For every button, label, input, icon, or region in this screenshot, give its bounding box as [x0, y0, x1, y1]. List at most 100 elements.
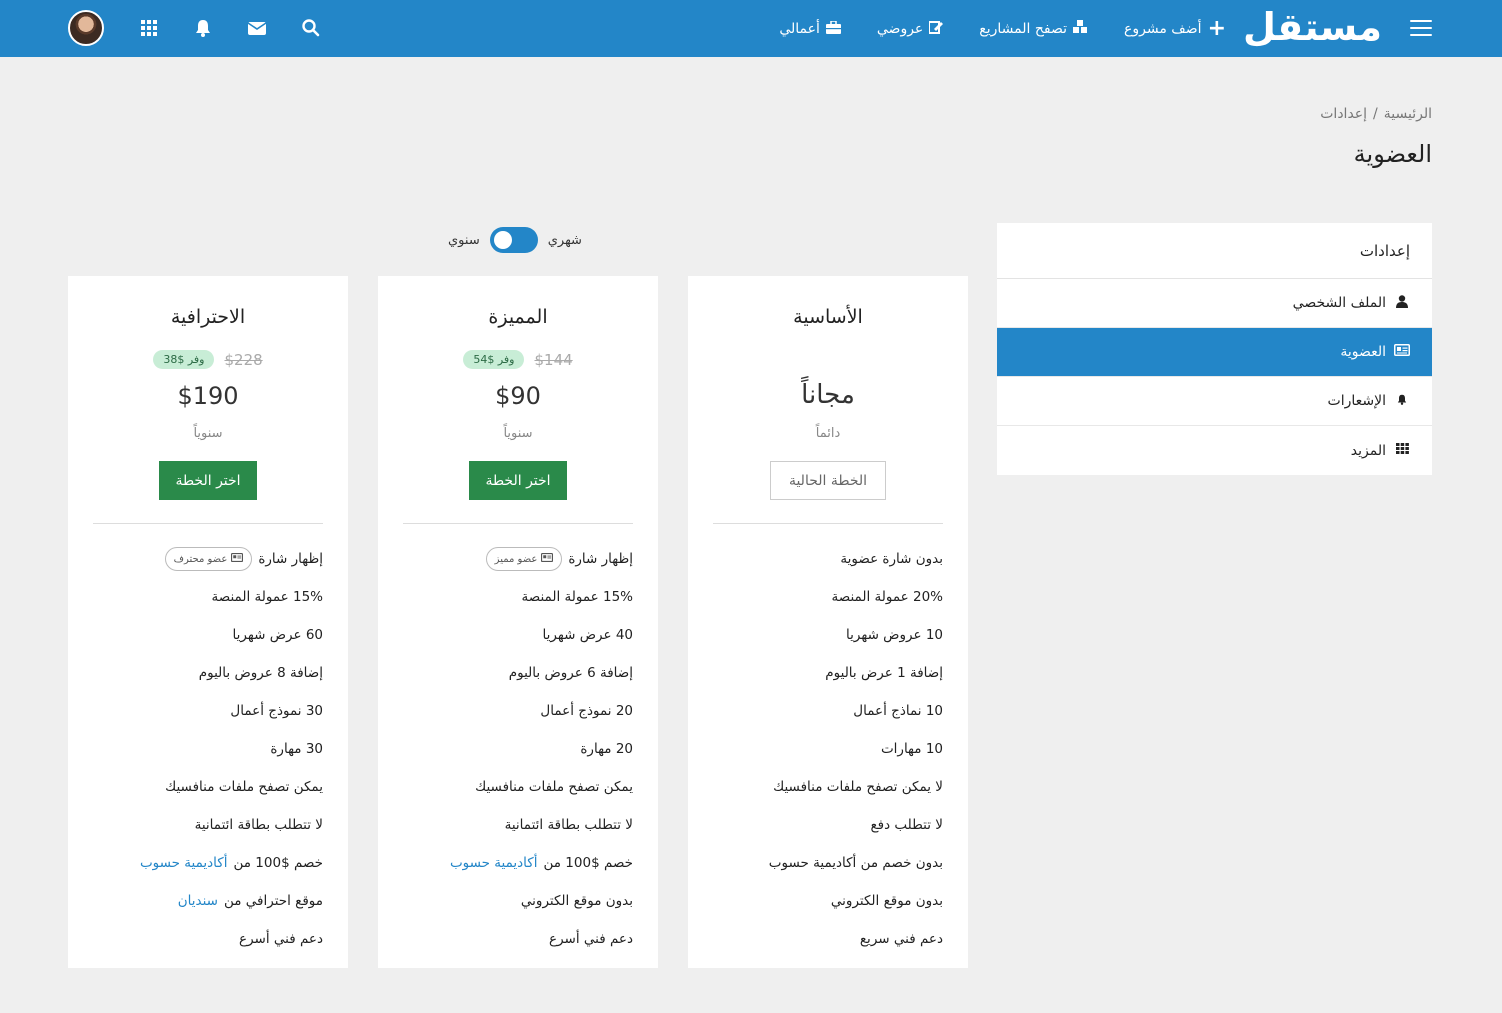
badge-feature-label: إظهار شارة: [258, 551, 323, 567]
top-navbar: مستقل + أضف مشروع تصفح المشاريع عروضي أع…: [0, 0, 1502, 57]
user-icon: [1394, 294, 1410, 312]
bell-icon[interactable]: [193, 18, 213, 38]
divider: [93, 523, 323, 524]
divider: [403, 523, 633, 524]
plan-card-professional: الاحترافية $228 وفر $38 $190 سنوياً اختر…: [68, 276, 348, 968]
plan-price: مجاناً: [801, 380, 855, 410]
feature-item: 20 مهارة: [580, 741, 633, 757]
nav-browse-projects[interactable]: تصفح المشاريع: [979, 20, 1088, 37]
breadcrumb-separator: /: [1373, 106, 1378, 122]
save-badge: وفر $54: [463, 350, 525, 369]
plan-card-premium: المميزة $144 وفر $54 $90 سنوياً اختر الخ…: [378, 276, 658, 968]
divider: [713, 523, 943, 524]
member-badge-label: عضو مميز: [494, 553, 538, 565]
sidebar-item-label: الملف الشخصي: [1292, 295, 1386, 311]
yearly-label[interactable]: سنوي: [448, 233, 480, 248]
sidebar-item-notifications[interactable]: الإشعارات: [997, 377, 1432, 426]
member-badge: عضو محترف: [164, 547, 253, 571]
old-price: $144: [534, 350, 573, 369]
cubes-icon: [1073, 20, 1088, 37]
plan-name: الاحترافية: [170, 306, 246, 328]
feature-item: دعم فني سريع: [859, 931, 943, 947]
price-old-row: $228 وفر $38: [68, 350, 348, 369]
save-badge: وفر $38: [153, 350, 215, 369]
feature-item: بدون موقع الكتروني: [830, 893, 943, 909]
sidebar-item-label: المزيد: [1350, 442, 1386, 459]
briefcase-icon: [825, 19, 841, 37]
settings-sidebar: إعدادات الملف الشخصي العضوية الإشعارات ا…: [997, 223, 1432, 475]
switch-knob: [493, 231, 512, 249]
plus-icon: +: [1207, 15, 1226, 41]
feature-item: إظهار شارة عضو محترف: [86, 540, 323, 578]
sidebar-item-membership[interactable]: العضوية: [997, 328, 1432, 377]
feature-item: يمكن تصفح ملفات منافسيك: [165, 779, 323, 795]
feature-item: إضافة 1 عرض باليوم: [825, 665, 943, 681]
bell-icon: [1394, 393, 1410, 410]
sidebar-item-more[interactable]: المزيد: [997, 426, 1432, 475]
price-old-row: $144 وفر $54: [378, 350, 658, 369]
member-badge: عضو مميز: [485, 547, 563, 571]
feature-item: 20% عمولة المنصة: [831, 589, 943, 605]
plan-period: سنوياً: [193, 426, 223, 441]
feature-item: 60 عرض شهريا: [232, 627, 323, 643]
choose-plan-button[interactable]: اختر الخطة: [469, 461, 567, 500]
academy-link[interactable]: أكاديمية حسوب: [140, 855, 228, 871]
search-icon[interactable]: [301, 18, 321, 38]
feature-item: 30 مهارة: [270, 741, 323, 757]
feature-item: 30 نموذج أعمال: [230, 703, 323, 719]
sidebar-item-profile[interactable]: الملف الشخصي: [997, 279, 1432, 328]
feature-item: خصم $100 من أكاديمية حسوب: [86, 844, 323, 882]
plan-period: سنوياً: [503, 426, 533, 441]
feature-item: 15% عمولة المنصة: [211, 589, 323, 605]
nav-add-project-label: أضف مشروع: [1124, 20, 1202, 37]
main-nav: + أضف مشروع تصفح المشاريع عروضي أعمالي: [779, 0, 1226, 57]
plan-card-basic: الأساسية مجاناً دائماً الخطة الحالية بدو…: [688, 276, 968, 968]
feature-item: لا يمكن تصفح ملفات منافسيك: [773, 779, 943, 795]
member-badge-label: عضو محترف: [173, 553, 228, 565]
current-plan-button[interactable]: الخطة الحالية: [770, 461, 886, 500]
logo[interactable]: مستقل: [1243, 4, 1383, 50]
feature-item: 20 نموذج أعمال: [540, 703, 633, 719]
feature-item: إضافة 6 عروض باليوم: [508, 665, 633, 681]
plan-period: دائماً: [815, 426, 841, 441]
feature-item: 10 عروض شهريا: [846, 627, 943, 643]
feature-item: بدون شارة عضوية: [840, 551, 943, 567]
billing-switch[interactable]: [489, 227, 538, 253]
feature-item: بدون موقع الكتروني: [520, 893, 633, 909]
feature-item: بدون خصم من أكاديمية حسوب: [768, 855, 943, 871]
breadcrumb-home[interactable]: الرئيسية: [1384, 106, 1432, 122]
billing-toggle: سنوي شهري: [448, 226, 582, 254]
monthly-label[interactable]: شهري: [548, 233, 582, 248]
website-prefix: موقع احترافي من: [223, 893, 323, 909]
discount-prefix: خصم $100 من: [543, 855, 633, 871]
avatar[interactable]: [68, 10, 104, 46]
sidebar-item-label: الإشعارات: [1327, 393, 1386, 409]
feature-item: يمكن تصفح ملفات منافسيك: [475, 779, 633, 795]
page-title: العضوية: [1353, 140, 1432, 168]
nav-add-project[interactable]: + أضف مشروع: [1124, 15, 1226, 41]
feature-list: إظهار شارة عضو محترف 15% عمولة المنصة 60…: [86, 540, 323, 958]
academy-link[interactable]: أكاديمية حسوب: [450, 855, 538, 871]
feature-item: 15% عمولة المنصة: [521, 589, 633, 605]
envelope-icon[interactable]: [247, 18, 267, 38]
menu-icon[interactable]: [1410, 20, 1432, 36]
plan-name: الأساسية: [793, 306, 863, 328]
grid-icon: [1394, 443, 1410, 458]
nav-my-bids[interactable]: عروضي: [877, 20, 944, 37]
breadcrumb: الرئيسية / إعدادات: [1320, 106, 1432, 122]
choose-plan-button[interactable]: اختر الخطة: [159, 461, 257, 500]
sidebar-header: إعدادات: [997, 223, 1432, 279]
feature-item: لا تتطلب بطاقة ائتمانية: [194, 817, 323, 833]
plan-price: $90: [495, 382, 541, 410]
feature-item: 10 مهارات: [880, 741, 943, 757]
feature-item: إضافة 8 عروض باليوم: [198, 665, 323, 681]
feature-item: موقع احترافي من سنديان: [86, 882, 323, 920]
feature-item: 10 نماذج أعمال: [853, 703, 943, 719]
apps-grid-icon[interactable]: [139, 18, 159, 38]
feature-item: دعم فني أسرع: [549, 931, 633, 947]
old-price: $228: [224, 350, 263, 369]
sindyan-link[interactable]: سنديان: [178, 893, 218, 909]
feature-item: دعم فني أسرع: [239, 931, 323, 947]
breadcrumb-current[interactable]: إعدادات: [1320, 106, 1367, 122]
nav-my-works[interactable]: أعمالي: [779, 19, 841, 37]
